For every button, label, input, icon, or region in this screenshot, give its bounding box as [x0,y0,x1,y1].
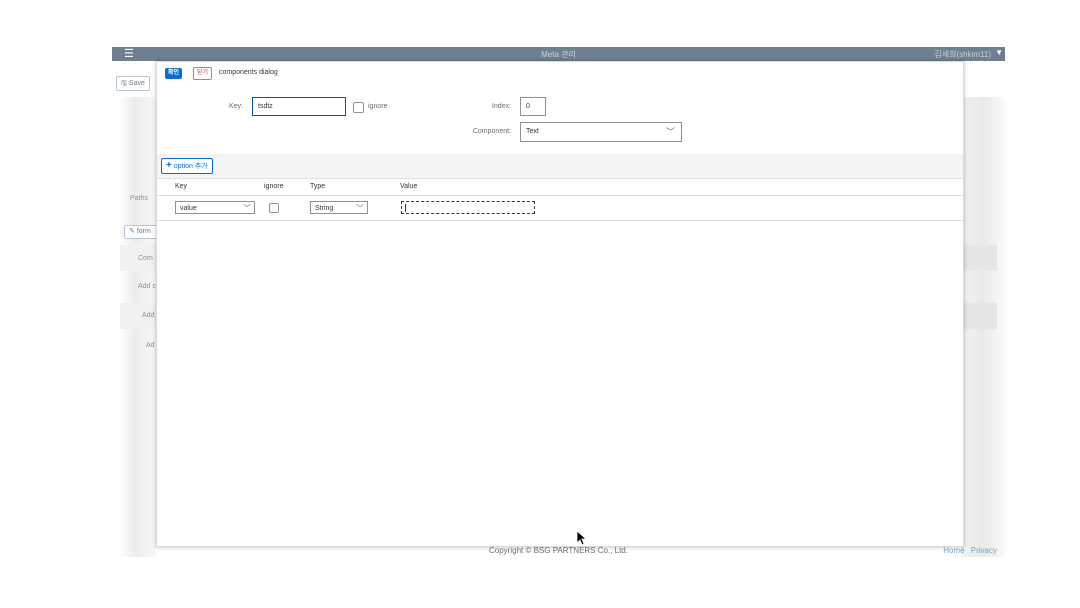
background-row-label: Add [142,312,155,319]
mouse-pointer-icon [576,530,586,546]
copyright-text: Copyright © BSG PARTNERS Co., Ltd. [489,546,628,555]
key-input[interactable]: tsdtz [252,97,346,116]
dialog-header: 확인 닫기 components dialog [157,62,963,84]
save-label: Save [128,80,145,87]
ignore-label: ignore [368,103,388,110]
ignore-checkbox[interactable] [353,102,364,113]
footer-link-home[interactable]: Home [943,546,964,555]
confirm-button[interactable]: 확인 [165,68,183,79]
row-key-select[interactable]: value ﹀ [175,201,255,214]
user-name[interactable]: 김세희(shkim11) [934,49,991,60]
chevron-down-icon[interactable]: ▼ [995,48,1003,57]
column-header-value: Value [400,183,418,190]
row-ignore-checkbox[interactable] [269,203,279,213]
app-title: Meta 관리 [541,50,576,59]
component-select-value: Text [526,128,539,135]
background-row-label: Com [138,255,153,262]
row-type-value: String [315,205,334,212]
options-toolbar: + option 추가 [157,154,963,179]
save-icon: 🖫 [121,80,127,87]
background-row-label: Add c [138,283,156,290]
shell-bar: ☰ Meta 관리 김세희(shkim11) ▼ [112,47,1005,61]
component-select[interactable]: Text ﹀ [520,122,682,142]
dialog-title: components dialog [219,69,278,76]
text-caret [405,204,406,212]
form-button-label: form [136,228,151,235]
plus-icon: + [166,160,172,171]
row-value-input[interactable] [401,201,535,214]
chevron-down-icon: ﹀ [665,127,675,137]
row-type-select[interactable]: String ﹀ [310,201,368,214]
background-row-label: Ad [146,342,155,349]
background-row-right [961,245,997,271]
close-button[interactable]: 닫기 [193,67,213,80]
save-button[interactable]: 🖫 Save [116,76,150,91]
paths-label: Paths [130,195,148,202]
table-header: Key ignore Type Value [157,179,963,196]
column-header-key: Key [175,183,188,190]
components-dialog: 확인 닫기 components dialog Key: tsdtz ignor… [156,61,964,547]
chevron-down-icon: ﹀ [356,204,364,213]
pencil-icon: ✎ [129,228,135,235]
add-option-label: option 추가 [173,163,208,170]
row-key-value: value [180,205,197,212]
chevron-down-icon: ﹀ [243,204,251,213]
key-label: Key: [228,103,243,110]
background-row-right [961,303,997,329]
index-label: Index: [491,103,511,110]
index-input[interactable]: 0 [520,97,546,116]
add-option-button[interactable]: + option 추가 [161,158,213,174]
table-row: value ﹀ String ﹀ [157,196,963,221]
footer-link-privacy[interactable]: Privacy [971,546,997,555]
column-header-ignore: ignore [264,183,284,190]
component-label: Component: [472,128,511,135]
column-header-type: Type [310,183,326,190]
footer-links: Home Privacy [939,546,997,555]
